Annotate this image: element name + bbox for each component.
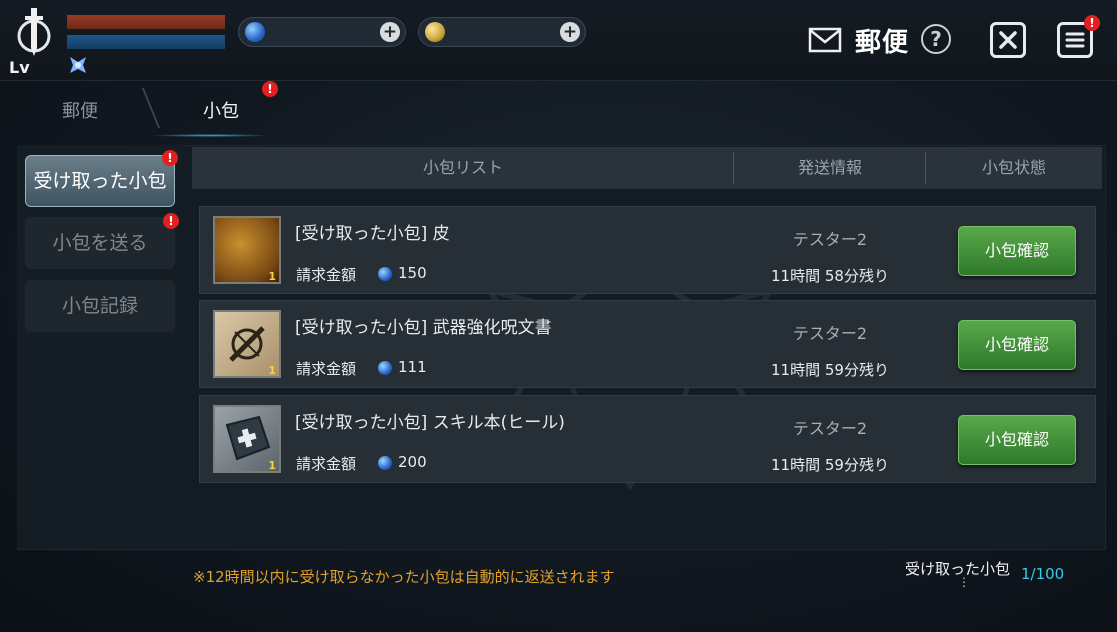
active-tab-indicator	[150, 134, 270, 137]
tab-parcel-badge: !	[262, 81, 278, 97]
price-value: 111	[398, 358, 427, 376]
sidebar-item-label: 小包記録	[61, 295, 138, 317]
header-parcel-list: 小包リスト	[422, 158, 503, 177]
close-icon	[999, 31, 1017, 49]
parcel-row[interactable]: 1 [受け取った小包] スキル本(ヒール) 請求金額 200 テスター2 11時…	[199, 395, 1096, 483]
blue-gem-icon	[378, 267, 392, 281]
add-gold-button[interactable]: +	[560, 22, 580, 42]
hp-bar	[67, 15, 225, 29]
close-button[interactable]	[990, 22, 1026, 58]
mp-bar	[67, 35, 225, 49]
confirm-parcel-button[interactable]: 小包確認	[958, 226, 1076, 276]
price-label: 請求金額	[296, 360, 357, 378]
price-value: 200	[398, 453, 427, 471]
scroll-icon[interactable]: 1	[213, 310, 281, 378]
add-gem-button[interactable]: +	[380, 22, 400, 42]
help-icon[interactable]: ?	[921, 24, 951, 54]
tab-mail[interactable]: 郵便	[62, 97, 98, 123]
menu-button[interactable]: !	[1057, 15, 1100, 58]
parcel-row[interactable]: 1 [受け取った小包] 武器強化呪文書 請求金額 111 テスター2 11時間 …	[199, 300, 1096, 388]
time-remaining: 11時間 58分残り	[771, 267, 889, 285]
confirm-parcel-button[interactable]: 小包確認	[958, 320, 1076, 370]
leather-icon[interactable]: 1	[213, 216, 281, 284]
item-quantity: 1	[268, 459, 276, 472]
blue-gem-icon	[378, 361, 392, 375]
parcel-name: [受け取った小包] スキル本(ヒール)	[295, 413, 565, 433]
sidebar-item-label: 受け取った小包	[33, 170, 167, 192]
sidebar-item-received-parcels[interactable]: 受け取った小包 !	[25, 150, 178, 207]
auto-return-notice: ※12時間以内に受け取らなかった小包は自動的に返送されます	[193, 568, 615, 586]
parcel-name: [受け取った小包] 皮	[295, 224, 450, 244]
mail-icon	[808, 27, 842, 53]
gem-currency: +	[238, 17, 406, 47]
page-title: 郵便	[855, 28, 910, 58]
parcel-row[interactable]: 1 [受け取った小包] 皮 請求金額 150 テスター2 11時間 58分残り …	[199, 206, 1096, 294]
item-quantity: 1	[268, 364, 276, 377]
header-shipping-info: 発送情報	[797, 158, 862, 177]
menu-alert-badge: !	[1084, 15, 1100, 31]
parcel-name: [受け取った小包] 武器強化呪文書	[295, 318, 552, 338]
tab-parcel[interactable]: 小包	[203, 97, 239, 123]
send-alert-badge: !	[163, 213, 179, 229]
skill-book-icon[interactable]: 1	[213, 405, 281, 473]
confirm-parcel-button[interactable]: 小包確認	[958, 415, 1076, 465]
header-parcel-status: 小包状態	[981, 158, 1046, 177]
gold-coin-icon	[425, 22, 445, 42]
time-remaining: 11時間 59分残り	[771, 456, 889, 474]
sender-name: テスター2	[792, 230, 868, 249]
price-label: 請求金額	[296, 455, 357, 473]
tab-divider	[141, 88, 161, 128]
received-counter-value: 1/100	[1021, 565, 1065, 583]
sender-name: テスター2	[792, 419, 868, 438]
sidebar-item-send-parcel[interactable]: 小包を送る !	[25, 213, 179, 269]
blue-gem-icon	[378, 456, 392, 470]
level-label: Lv	[9, 58, 30, 77]
buff-icon[interactable]	[67, 54, 89, 76]
price-value: 150	[398, 264, 427, 282]
sidebar-item-parcel-log[interactable]: 小包記録	[25, 280, 175, 332]
blue-gem-icon	[245, 22, 265, 42]
time-remaining: 11時間 59分残り	[771, 361, 889, 379]
class-emblem-icon[interactable]	[14, 6, 54, 58]
price-label: 請求金額	[296, 266, 357, 284]
list-header: 小包リスト 発送情報 小包状態	[192, 147, 1102, 189]
gold-currency: +	[418, 17, 586, 47]
more-options-icon[interactable]: ⋮	[958, 575, 970, 589]
received-alert-badge: !	[162, 150, 178, 166]
sender-name: テスター2	[792, 324, 868, 343]
hamburger-menu-icon	[1065, 32, 1085, 48]
item-quantity: 1	[268, 270, 276, 283]
sidebar-item-label: 小包を送る	[52, 232, 148, 254]
